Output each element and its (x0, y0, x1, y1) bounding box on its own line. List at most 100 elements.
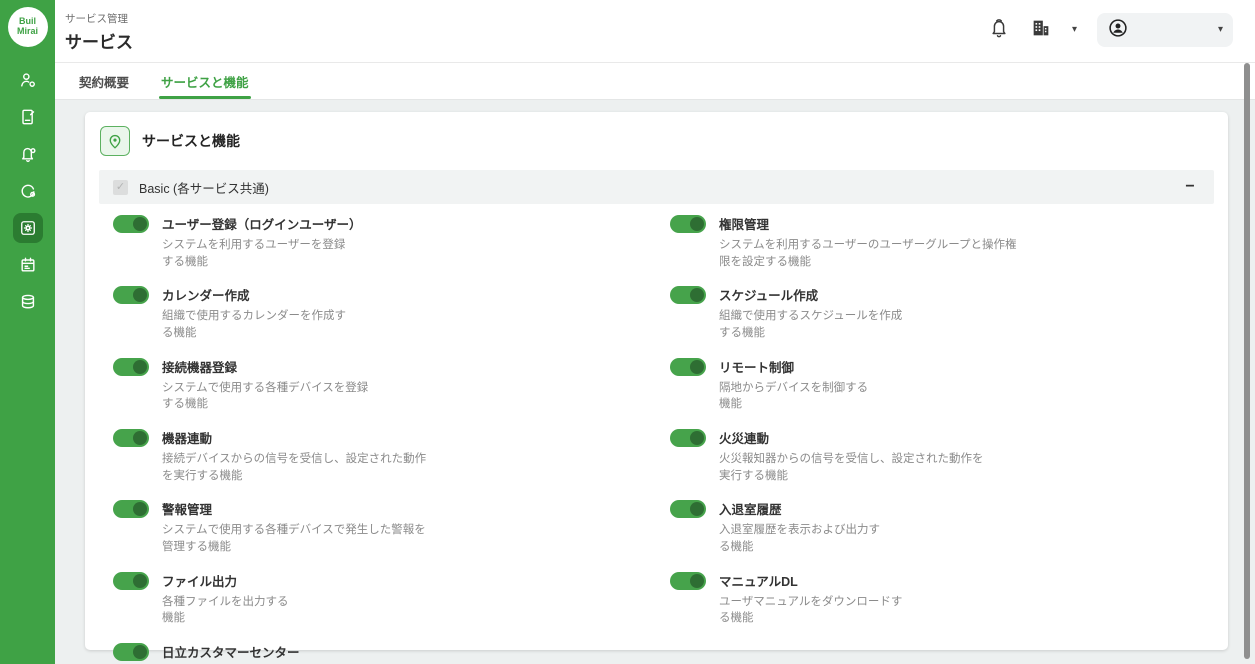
feature-desc: 組織で使用するスケジュールを作成 する機能 (719, 308, 902, 341)
feature-title: 接続機器登録 (162, 357, 368, 376)
features-column-right: 権限管理 システムを利用するユーザーのユーザーグループと操作権 限を設定する機能… (670, 214, 1214, 664)
feature-item: ユーザー登録（ログインユーザー） システムを利用するユーザーを登録 する機能 (113, 214, 670, 270)
feature-item: 機器連動 接続デバイスからの信号を受信し、設定された動作 を実行する機能 (113, 428, 670, 484)
sidebar-item-sync[interactable] (13, 176, 43, 206)
contract-document-icon (18, 107, 38, 127)
feature-title: 日立カスタマーセンター (162, 642, 474, 661)
sidebar-item-notifications[interactable] (13, 139, 43, 169)
feature-toggle[interactable] (670, 215, 706, 233)
feature-desc: 接続デバイスからの信号を受信し、設定された動作 を実行する機能 (162, 451, 426, 484)
caret-down-icon[interactable]: ▾ (1072, 25, 1077, 35)
feature-item: マニュアルDL ユーザマニュアルをダウンロードす る機能 (670, 571, 1214, 627)
feature-toggle[interactable] (113, 643, 149, 661)
calendar-icon (18, 255, 38, 275)
feature-title: ファイル出力 (162, 571, 289, 590)
section-header: サービスと機能 (100, 126, 1214, 156)
feature-item: カレンダー作成 組織で使用するカレンダーを作成す る機能 (113, 285, 670, 341)
feature-title: マニュアルDL (719, 571, 902, 590)
feature-toggle[interactable] (113, 215, 149, 233)
sidebar-item-contracts[interactable] (13, 102, 43, 132)
features-grid: ユーザー登録（ログインユーザー） システムを利用するユーザーを登録 する機能 カ… (99, 204, 1214, 664)
sidebar-item-services[interactable] (13, 213, 43, 243)
tab-contract-overview[interactable]: 契約概要 (63, 63, 145, 99)
toggle-knob (690, 288, 704, 302)
vertical-scrollbar[interactable] (1244, 63, 1250, 659)
sync-settings-icon (18, 181, 38, 201)
tab-services-features[interactable]: サービスと機能 (145, 63, 265, 99)
notifications-icon[interactable] (988, 17, 1010, 44)
sidebar: Buil Mirai (0, 0, 55, 664)
toggle-knob (690, 217, 704, 231)
feature-toggle[interactable] (670, 358, 706, 376)
account-menu[interactable]: ▾ (1097, 13, 1233, 47)
feature-item: 日立カスタマーセンター 日立カスタマーセンターから契約機器の稼働状況を24時間遠… (113, 642, 670, 664)
collapse-button[interactable]: − (1180, 177, 1200, 197)
feature-title: ユーザー登録（ログインユーザー） (162, 214, 362, 233)
feature-desc: ユーザマニュアルをダウンロードす る機能 (719, 594, 902, 627)
feature-toggle[interactable] (113, 572, 149, 590)
feature-title: 権限管理 (719, 214, 1017, 233)
toggle-knob (133, 645, 147, 659)
service-settings-icon (18, 218, 38, 238)
toggle-knob (133, 360, 147, 374)
topbar: サービス管理 サービス ▾ (55, 0, 1255, 62)
feature-item: スケジュール作成 組織で使用するスケジュールを作成 する機能 (670, 285, 1214, 341)
sidebar-nav (13, 65, 43, 317)
features-column-left: ユーザー登録（ログインユーザー） システムを利用するユーザーを登録 する機能 カ… (113, 214, 670, 664)
feature-item: 接続機器登録 システムで使用する各種デバイスを登録 する機能 (113, 357, 670, 413)
feature-toggle[interactable] (113, 358, 149, 376)
toggle-knob (690, 431, 704, 445)
accordion-header-basic[interactable]: ✓ Basic (各サービス共通) − (99, 170, 1214, 204)
feature-desc: 火災報知器からの信号を受信し、設定された動作を 実行する機能 (719, 451, 984, 484)
toggle-knob (690, 502, 704, 516)
feature-item: 権限管理 システムを利用するユーザーのユーザーグループと操作権 限を設定する機能 (670, 214, 1214, 270)
feature-item: ファイル出力 各種ファイルを出力する 機能 (113, 571, 670, 627)
tab-bar: 契約概要 サービスと機能 (55, 62, 1255, 100)
sidebar-item-users[interactable] (13, 65, 43, 95)
feature-item: リモート制御 隔地からデバイスを制御する 機能 (670, 357, 1214, 413)
toggle-knob (133, 288, 147, 302)
user-settings-icon (18, 70, 38, 90)
feature-toggle[interactable] (113, 500, 149, 518)
database-icon (18, 292, 38, 312)
feature-desc: システムを利用するユーザーを登録 する機能 (162, 237, 362, 270)
feature-desc: システムで使用する各種デバイスで発生した警報を 管理する機能 (162, 522, 426, 555)
toggle-knob (133, 431, 147, 445)
feature-desc: システムを利用するユーザーのユーザーグループと操作権 限を設定する機能 (719, 237, 1017, 270)
section-title: サービスと機能 (142, 131, 240, 151)
accordion-label: Basic (各サービス共通) (139, 178, 269, 197)
location-pin-icon (100, 126, 130, 156)
feature-toggle[interactable] (113, 429, 149, 447)
feature-toggle[interactable] (670, 572, 706, 590)
feature-item: 警報管理 システムで使用する各種デバイスで発生した警報を 管理する機能 (113, 499, 670, 555)
main-area: サービス管理 サービス ▾ (55, 0, 1255, 664)
feature-toggle[interactable] (113, 286, 149, 304)
app-logo[interactable]: Buil Mirai (8, 7, 48, 47)
toggle-knob (133, 217, 147, 231)
toggle-knob (690, 574, 704, 588)
page-title: サービス (65, 28, 133, 53)
sidebar-item-calendar[interactable] (13, 250, 43, 280)
basic-checkbox: ✓ (113, 180, 128, 195)
toggle-knob (133, 574, 147, 588)
feature-desc: 組織で使用するカレンダーを作成す る機能 (162, 308, 346, 341)
feature-title: スケジュール作成 (719, 285, 902, 304)
feature-item: 入退室履歴 入退室履歴を表示および出力す る機能 (670, 499, 1214, 555)
feature-desc: 入退室履歴を表示および出力す る機能 (719, 522, 880, 555)
feature-toggle[interactable] (670, 429, 706, 447)
account-icon (1107, 17, 1129, 44)
content-area: サービスと機能 ✓ Basic (各サービス共通) − ユーザー登録（ログインユ… (55, 100, 1255, 664)
feature-toggle[interactable] (670, 286, 706, 304)
sidebar-item-database[interactable] (13, 287, 43, 317)
organization-icon[interactable] (1030, 17, 1052, 44)
toggle-knob (690, 360, 704, 374)
feature-item: 火災連動 火災報知器からの信号を受信し、設定された動作を 実行する機能 (670, 428, 1214, 484)
feature-title: カレンダー作成 (162, 285, 346, 304)
feature-desc: システムで使用する各種デバイスを登録 する機能 (162, 380, 368, 413)
feature-toggle[interactable] (670, 500, 706, 518)
feature-title: 機器連動 (162, 428, 426, 447)
feature-title: 入退室履歴 (719, 499, 880, 518)
feature-desc: 各種ファイルを出力する 機能 (162, 594, 289, 627)
feature-title: 警報管理 (162, 499, 426, 518)
feature-title: リモート制御 (719, 357, 868, 376)
